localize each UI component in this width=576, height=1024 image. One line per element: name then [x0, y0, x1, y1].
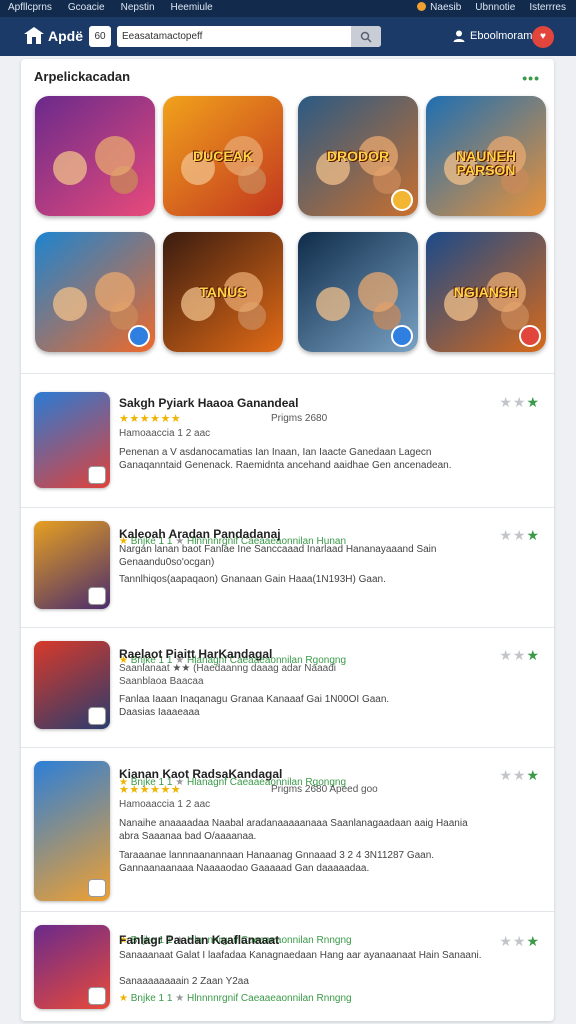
star-icon: ★	[119, 993, 128, 1004]
tag-icon	[88, 466, 106, 484]
divider	[21, 373, 554, 374]
featured-tile[interactable]: NGIANSH	[426, 232, 546, 352]
divider	[21, 747, 554, 748]
app-meta: Prigms 2680 Apeed goo	[271, 784, 378, 795]
badge-icon	[519, 325, 541, 347]
main-card: Arpelickacadan ••• DUCEAK DRODOR NAUNEH …	[21, 59, 554, 1021]
top-right-link-1[interactable]: Naesib	[417, 2, 461, 13]
featured-tile[interactable]	[35, 232, 155, 352]
app-sub: Saanlanaat ★★ (Haedaanng daaag adar Naaa…	[119, 663, 336, 674]
star-icon: ★	[175, 993, 185, 1004]
top-link-1[interactable]: Apfllcprns	[8, 2, 52, 13]
header: Apdë 60 Eboolmoram ♥	[0, 17, 576, 56]
tile-title: DUCEAK	[193, 147, 253, 164]
featured-tile[interactable]	[35, 96, 155, 216]
app-description: Sanaaanaat Galat I laafadaa Kanagnaedaan…	[119, 950, 482, 961]
top-link-2[interactable]: Gcoacie	[68, 2, 105, 13]
tile-title: DRODOR	[326, 147, 390, 164]
app-description-2: Taraaanae lannnaanannaan Hanaanag Gnnaaa…	[119, 850, 435, 874]
foot-a: Bnjke 1 1	[130, 993, 173, 1004]
app-icon[interactable]	[34, 521, 110, 609]
app-title[interactable]: Sakgh Pyiark Haaoa Ganandeal	[119, 396, 298, 410]
featured-grid: DUCEAK DRODOR NAUNEH PARSON TANUS NGIANS…	[33, 96, 546, 356]
section-title: Arpelickacadan	[34, 69, 131, 84]
search-icon	[360, 31, 372, 43]
tile-title: NAUNEH PARSON	[456, 147, 516, 178]
star-icon: ★★★★★★	[119, 413, 182, 425]
top-strip: Apfllcprns Gcoacie Nepstin Heemiule Naes…	[0, 0, 576, 17]
character-art	[95, 136, 135, 176]
featured-tile[interactable]: NAUNEH PARSON	[426, 96, 546, 216]
top-right-link-2[interactable]: Ubnnotie	[475, 2, 515, 13]
badge-icon	[128, 325, 150, 347]
search-bar	[117, 26, 381, 47]
character-art	[53, 287, 87, 321]
app-title[interactable]: Raelaot Piaitt HarKandagal	[119, 647, 272, 661]
foot-c[interactable]: Rnngng	[317, 935, 352, 946]
app-title[interactable]: Fanlagr Paadan Kaaflanaaat	[119, 933, 279, 947]
app-description-2: Sanaaaaaaaain 2 Zaan Y2aa	[119, 976, 249, 987]
app-title[interactable]: Kaleoah Aradan Pandadanaj	[119, 527, 281, 541]
divider	[21, 627, 554, 628]
top-right-link-3[interactable]: Isterrres	[529, 2, 566, 13]
user-icon[interactable]	[452, 29, 466, 43]
app-description: Nanaihe anaaaadaa Naabal aradanaaaaanaaa…	[119, 818, 468, 842]
featured-tile[interactable]: DRODOR	[298, 96, 418, 216]
top-right-label-1: Naesib	[430, 2, 462, 13]
featured-tile[interactable]: DUCEAK	[163, 96, 283, 216]
search-input[interactable]	[117, 26, 351, 47]
rating-stars[interactable]: ★★★	[499, 527, 540, 544]
user-name[interactable]: Eboolmoram	[470, 30, 532, 42]
character-art	[53, 151, 87, 185]
app-description: Nargan lanan baot Fanlae Ine Sanccaaad I…	[119, 544, 437, 568]
tile-title: TANUS	[199, 283, 247, 300]
logo-icon[interactable]	[23, 26, 45, 46]
more-icon[interactable]: •••	[522, 70, 540, 86]
app-description-2: Tannlhiqos(aapaqaon) Gnanaan Gain Haaa(1…	[119, 574, 386, 585]
featured-tile[interactable]	[298, 232, 418, 352]
character-art	[316, 287, 350, 321]
brand-name[interactable]: Apdë	[48, 28, 83, 44]
app-icon[interactable]	[34, 761, 110, 901]
badge-icon	[391, 325, 413, 347]
character-art	[95, 272, 135, 312]
app-description: Fanlaa Iaaan Inaqanagu Granaa Kanaaaf Ga…	[119, 694, 390, 705]
app-icon[interactable]	[34, 641, 110, 729]
tag-icon	[88, 707, 106, 725]
tag-icon	[88, 879, 106, 897]
tile-title: NGIANSH	[453, 283, 519, 300]
app-title[interactable]: Kianan Kaot RadsaKandagal	[119, 767, 282, 781]
foot-c[interactable]: Rnngng	[317, 993, 352, 1004]
top-link-4[interactable]: Heemiule	[171, 2, 213, 13]
category-button[interactable]: 60	[89, 26, 111, 47]
app-sub: Hamoaaccia 1 2 aac	[119, 799, 211, 810]
app-icon[interactable]	[34, 925, 110, 1009]
app-footer: ★ Bnjke 1 1 ★ Hlnnnnrgnif Caeaaeaonnilan…	[119, 993, 352, 1004]
foot-b[interactable]: Hlnnnnrgnif Caeaaeaonnilan	[187, 993, 314, 1004]
rating-stars[interactable]: ★★★	[499, 394, 540, 411]
app-icon[interactable]	[34, 392, 110, 488]
app-meta: Prigms 2680	[271, 413, 328, 424]
tag-icon	[88, 587, 106, 605]
divider	[21, 507, 554, 508]
app-description: Penenan a V asdanocamatias Ian Inaan, Ia…	[119, 447, 452, 471]
divider	[21, 911, 554, 912]
app-sub-2: Saanblaoa Baacaa	[119, 676, 204, 687]
top-link-3[interactable]: Nepstin	[121, 2, 155, 13]
rating-stars[interactable]: ★★★	[499, 647, 540, 664]
app-sub: Hamoaaccia 1 2 aac	[119, 428, 211, 439]
rating-stars[interactable]: ★★★	[499, 767, 540, 784]
tag-icon	[88, 987, 106, 1005]
character-art	[358, 272, 398, 312]
rating-stars[interactable]: ★★★	[499, 933, 540, 950]
search-button[interactable]	[351, 26, 381, 47]
bell-icon[interactable]: ♥	[532, 26, 554, 48]
star-icon: ★★★★★★	[119, 784, 182, 796]
coin-icon	[417, 2, 427, 11]
badge-icon	[391, 189, 413, 211]
featured-tile[interactable]: TANUS	[163, 232, 283, 352]
app-description-2: Daasias Iaaaeaaa	[119, 707, 200, 718]
